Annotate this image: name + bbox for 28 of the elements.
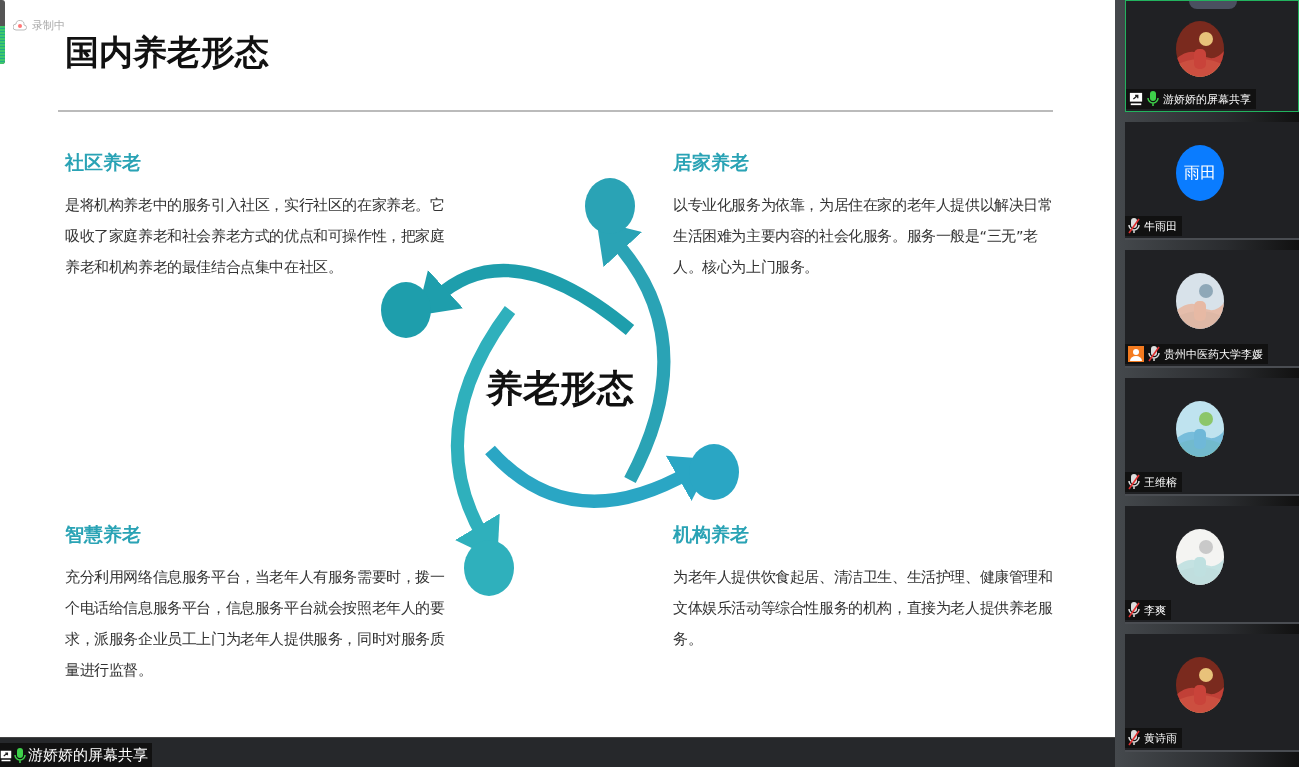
section-heading: 机构养老 [673,522,750,547]
section-text: 是将机构养老中的服务引入社区，实行社区的在家养老。它吸收了家庭养老和社会养老方式的优点和可操作性，把家庭养老和机构养老的最佳结合点集中在社区。 [65,196,446,277]
video-tile[interactable]: 王维榕 [1125,378,1299,496]
recording-label: 录制中 [32,18,65,33]
video-tile[interactable]: 黄诗雨 [1125,634,1299,752]
level-meter [0,0,5,64]
participant-name: 李爽 [1144,602,1166,618]
participant-name: 牛雨田 [1144,218,1177,234]
video-tile[interactable]: 李爽 [1125,506,1299,624]
participant-name: 黄诗雨 [1144,730,1177,746]
participant-name: 贵州中医药大学李媛 [1164,346,1263,362]
section-heading: 居家养老 [673,150,750,175]
participant-name: 王维榕 [1144,474,1177,490]
section-text: 以专业化服务为依靠，为居住在家的老年人提供以解决日常生活困难为主要内容的社会化服务。服务一般是“三无”老人。核心为上门服务。 [673,196,1053,277]
video-tile[interactable]: 雨田 牛雨田 [1125,122,1299,240]
share-label: 游娇娇的屏幕共享 [28,746,148,765]
section-heading: 社区养老 [65,150,142,175]
cloud-icon [13,20,27,31]
section-heading: 智慧养老 [65,522,142,547]
slide-title: 国内养老形态 [65,31,269,74]
center-label: 养老形态 [485,366,635,412]
avatar-edge [1189,1,1237,9]
video-tile[interactable]: 贵州中医药大学李媛 [1125,250,1299,368]
section-text: 充分利用网络信息服务平台，当老年人有服务需要时，拨一个电话给信息服务平台，信息服务平台就会按照老年人的要求，派服务企业员工上门为老年人提供服务，同时对服务质量进行监督。 [65,568,446,680]
video-tile[interactable]: 游娇娇的屏幕共享 [1125,0,1299,112]
section-text: 为老年人提供饮食起居、清洁卫生、生活护理、健康管理和文体娱乐活动等综合性服务的机构，直接为老人提供养老服务。 [673,568,1053,649]
participant-name: 游娇娇的屏幕共享 [1163,91,1251,107]
avatar: 雨田 [1175,145,1224,201]
